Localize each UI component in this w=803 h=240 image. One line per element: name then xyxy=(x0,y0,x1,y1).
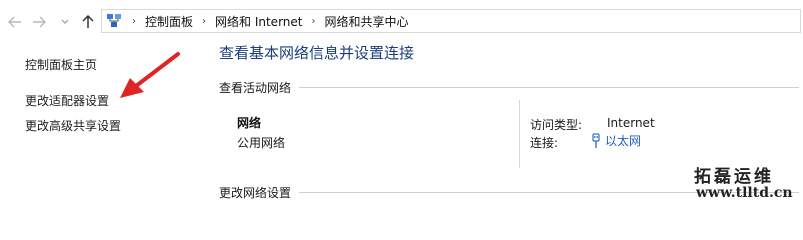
breadcrumb-separator: › xyxy=(132,15,136,27)
section-heading: 更改网络设置 xyxy=(219,185,292,200)
ethernet-icon xyxy=(592,132,600,148)
annotation-arrow xyxy=(120,52,180,98)
breadcrumb-item-network-internet[interactable]: 网络和 Internet xyxy=(215,13,302,30)
chevron-down-icon[interactable] xyxy=(58,12,72,32)
breadcrumb[interactable]: › 控制面板 › 网络和 Internet › 网络和共享中心 xyxy=(101,9,801,33)
back-arrow-icon[interactable] xyxy=(6,12,24,32)
active-networks-section: 查看活动网络 xyxy=(219,79,799,95)
network-type: 公用网络 xyxy=(237,136,286,150)
breadcrumb-separator: › xyxy=(311,15,316,27)
connections-label: 连接: xyxy=(530,136,559,150)
access-type-label: 访问类型: xyxy=(530,118,583,132)
sidebar-item-change-advanced-sharing[interactable]: 更改高级共享设置 xyxy=(25,117,121,134)
up-arrow-icon[interactable] xyxy=(78,12,98,32)
watermark-url: www.tlltd.cn xyxy=(696,185,793,201)
forward-arrow-icon[interactable] xyxy=(30,12,48,32)
access-type-value: Internet xyxy=(607,116,655,130)
breadcrumb-item-sharing-center[interactable]: 网络和共享中心 xyxy=(324,13,408,30)
address-bar: › 控制面板 › 网络和 Internet › 网络和共享中心 xyxy=(0,0,803,44)
ethernet-link-text: 以太网 xyxy=(605,134,642,148)
sidebar-item-control-panel-home[interactable]: 控制面板主页 xyxy=(25,56,97,73)
network-sharing-center-icon xyxy=(105,12,123,30)
page-title: 查看基本网络信息并设置连接 xyxy=(219,44,415,62)
divider xyxy=(299,86,799,88)
divider xyxy=(519,100,520,168)
watermark-logo: 拓磊运维 xyxy=(694,167,774,187)
section-heading: 查看活动网络 xyxy=(219,80,292,95)
breadcrumb-separator: › xyxy=(202,15,207,27)
breadcrumb-item-control-panel[interactable]: 控制面板 xyxy=(145,13,193,30)
ethernet-connection-link[interactable]: 以太网 xyxy=(591,132,641,149)
network-name: 网络 xyxy=(237,116,262,130)
sidebar-item-change-adapter-settings[interactable]: 更改适配器设置 xyxy=(25,92,109,109)
